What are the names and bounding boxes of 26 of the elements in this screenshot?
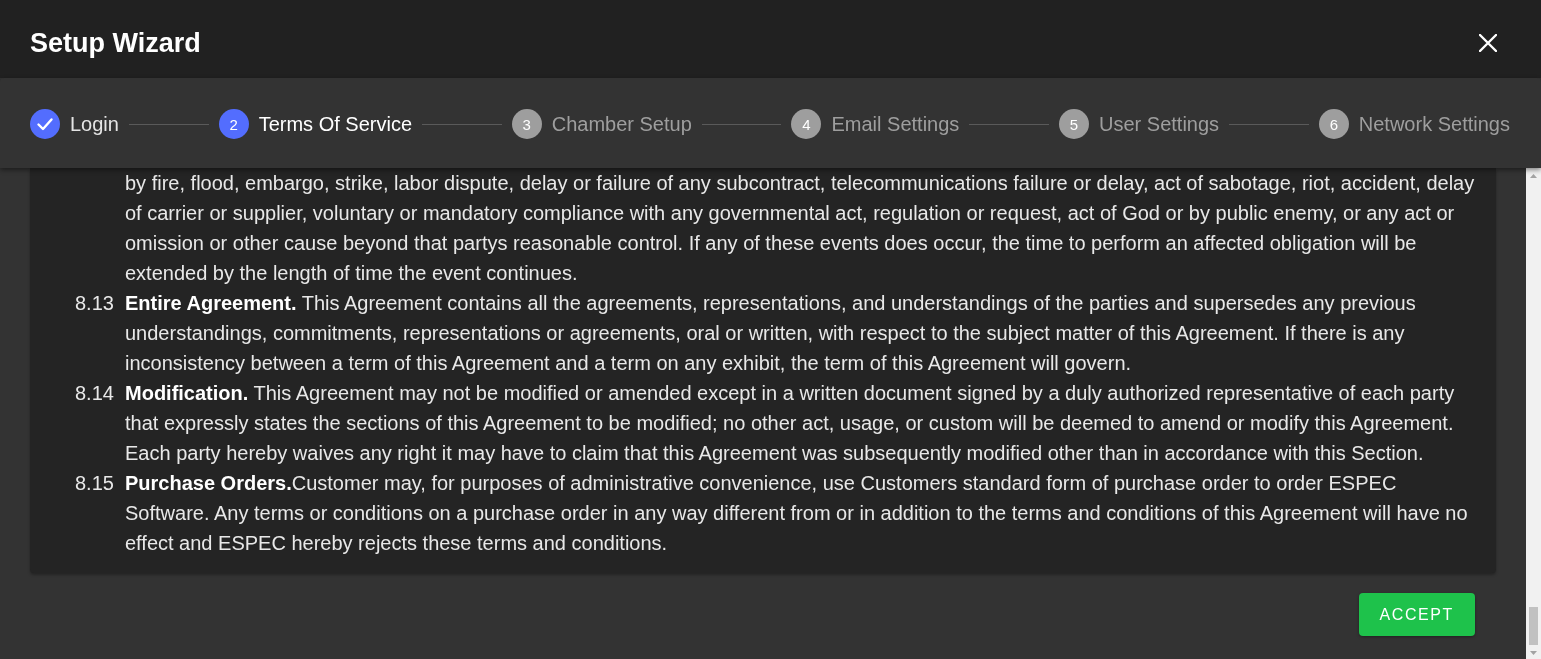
step-number: 3 [511, 109, 542, 139]
step-label: Terms Of Service [258, 112, 412, 136]
close-button[interactable] [1476, 31, 1500, 55]
scrollbar-track[interactable] [1526, 168, 1541, 659]
clause-text: Purchase Orders.Customer may, for purposes of administrative convenience, use Customers standard form of purchase order to order ESPEC Software. Any terms or conditions on a purchase order in any way different from or in addition to the terms and conditions of this Agreement will have no effect and ESPEC hereby rejects these terms and conditions. [125, 471, 1469, 556]
dialog-title: Setup Wizard [30, 27, 201, 59]
scroll-up-arrow-icon[interactable] [1530, 174, 1537, 178]
clause-number: 8.14 [75, 381, 115, 406]
accept-button[interactable]: ACCEPT [1358, 593, 1475, 636]
step-label: User Settings [1099, 112, 1220, 136]
clause-number: 8.15 [75, 471, 115, 496]
step-number: 2 [218, 109, 249, 139]
clause-text: Modification. This Agreement may not be modified or amended except in a written document signed by a duly authorized representative of each party that expressly states the sections of this Agreement to be modified; no other act, usage, or custom will be deemed to amend or modify this Agreement. Each party hereby waives any right it may have to claim that this Agreement was subsequently modified other than in accordance with this Section. [125, 381, 1456, 466]
step-label: Network Settings [1358, 112, 1510, 136]
step-number: 4 [791, 109, 822, 139]
clause-text: by fire, flood, embargo, strike, labor dispute, delay or failure of any subcontract, telecommunications failure or delay, act of sabotage, riot, accident, delay of carrier or supplier, voluntary or mandatory compliance with any governmental act, regulation or request, act of God or by public enemy, or any act or omission or other cause beyond that partys reasonable control. If any of these events does occur, the time to perform an affected obligation will be extended by the length of time the event continues. [125, 171, 1476, 286]
step-number: 5 [1059, 109, 1090, 139]
step-label: Chamber Setup [551, 112, 692, 136]
close-icon [1479, 34, 1497, 52]
scrollbar-thumb[interactable] [1529, 607, 1538, 645]
step-number: 6 [1318, 109, 1349, 139]
step-label: Email Settings [831, 112, 960, 136]
step-label: Login [70, 112, 119, 136]
clause-number: 8.13 [75, 291, 115, 316]
clause-text: Entire Agreement. This Agreement contains all the agreements, representations, and understandings of the parties and supersedes any previous understandings, commitments, representations or agreements, oral or written, with respect to the subject matter of this Agreement. If there is any inconsistency between a term of this Agreement and a term on any exhibit, the term of this Agreement will govern. [125, 291, 1417, 376]
scroll-down-arrow-icon[interactable] [1530, 651, 1537, 655]
